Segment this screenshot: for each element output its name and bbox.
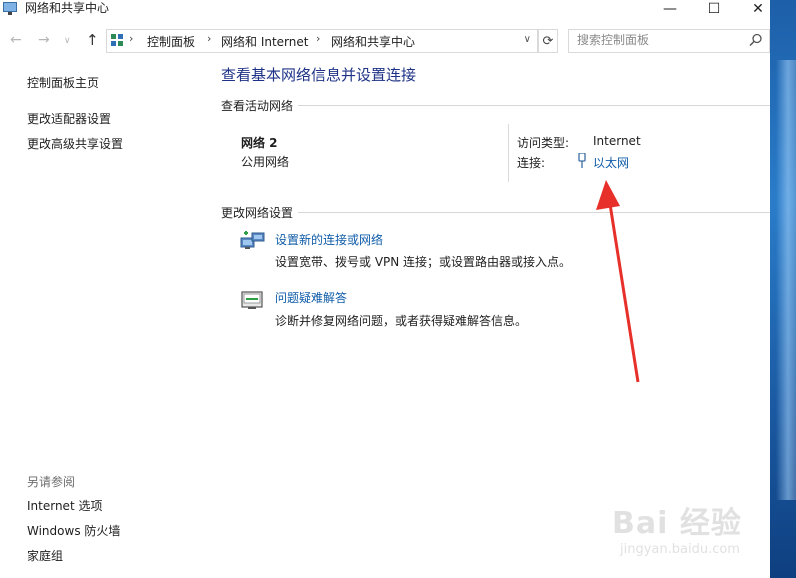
breadcrumb-control-panel[interactable]: 控制面板 [147, 33, 195, 50]
section-divider [298, 105, 770, 106]
page-title: 查看基本网络信息并设置连接 [221, 66, 417, 84]
recent-locations-button[interactable]: ∨ [64, 36, 71, 46]
see-also-homegroup[interactable]: 家庭组 [27, 547, 63, 564]
sidebar-control-panel-home[interactable]: 控制面板主页 [27, 74, 99, 91]
troubleshoot-icon [241, 291, 263, 309]
see-also-heading: 另请参阅 [27, 475, 76, 489]
connection-label: 连接: [517, 156, 546, 170]
network-name: 网络 2 [241, 136, 278, 150]
control-panel-icon [111, 34, 123, 46]
breadcrumb-network-sharing-center[interactable]: 网络和共享中心 [331, 33, 415, 50]
window-title: 网络和共享中心 [25, 1, 110, 15]
setup-new-connection-description: 设置宽带、拨号或 VPN 连接；或设置路由器或接入点。 [275, 255, 572, 269]
maximize-button[interactable]: ☐ [692, 0, 736, 18]
refresh-button[interactable]: ⟳ [538, 29, 558, 53]
access-type-value: Internet [593, 134, 641, 148]
breadcrumb-separator: › [129, 32, 134, 45]
chevron-down-icon[interactable]: ∨ [524, 34, 531, 45]
forward-button[interactable]: → [38, 32, 50, 48]
setup-new-connection-link[interactable]: 设置新的连接或网络 [275, 231, 383, 248]
new-connection-icon [240, 231, 265, 249]
sidebar-item-advanced-sharing[interactable]: 更改高级共享设置 [27, 135, 123, 152]
annotation-arrow [596, 180, 640, 383]
search-input[interactable] [577, 30, 747, 50]
desktop-light-ray [776, 60, 796, 500]
search-icon[interactable] [749, 33, 763, 47]
sidebar-item-adapter-settings[interactable]: 更改适配器设置 [27, 110, 111, 127]
watermark-brand: Bai 经验 [612, 506, 742, 541]
change-settings-heading: 更改网络设置 [221, 206, 294, 220]
ethernet-icon [578, 153, 586, 168]
see-also-windows-firewall[interactable]: Windows 防火墙 [27, 522, 120, 539]
network-center-icon [3, 2, 17, 15]
minimize-button[interactable]: — [648, 0, 692, 18]
vertical-divider [508, 124, 509, 182]
breadcrumb-separator: › [207, 32, 212, 45]
ethernet-connection-link[interactable]: 以太网 [593, 154, 629, 171]
troubleshoot-problems-description: 诊断并修复网络问题，或者获得疑难解答信息。 [275, 314, 528, 328]
title-bar: 网络和共享中心 — ☐ ✕ [0, 0, 770, 18]
breadcrumb-separator: › [316, 32, 321, 45]
troubleshoot-problems-link[interactable]: 问题疑难解答 [275, 289, 347, 306]
navigation-bar: ← → ∨ ↑ › 控制面板 › 网络和 Internet › 网络和共享中心 … [0, 28, 770, 54]
back-button[interactable]: ← [10, 32, 22, 48]
address-bar[interactable]: › 控制面板 › 网络和 Internet › 网络和共享中心 ∨ [106, 29, 538, 53]
up-button[interactable]: ↑ [86, 31, 99, 49]
breadcrumb-network-internet[interactable]: 网络和 Internet [221, 33, 308, 50]
watermark-url: jingyan.baidu.com [620, 542, 740, 557]
network-type-link[interactable]: 公用网络 [241, 153, 289, 170]
desktop-background [770, 0, 796, 578]
access-type-label: 访问类型: [517, 136, 570, 150]
search-box [568, 29, 770, 53]
baidu-watermark: Bai 经验 jingyan.baidu.com [612, 492, 762, 572]
section-divider [298, 212, 770, 213]
active-networks-heading: 查看活动网络 [221, 99, 294, 113]
see-also-internet-options[interactable]: Internet 选项 [27, 497, 102, 514]
